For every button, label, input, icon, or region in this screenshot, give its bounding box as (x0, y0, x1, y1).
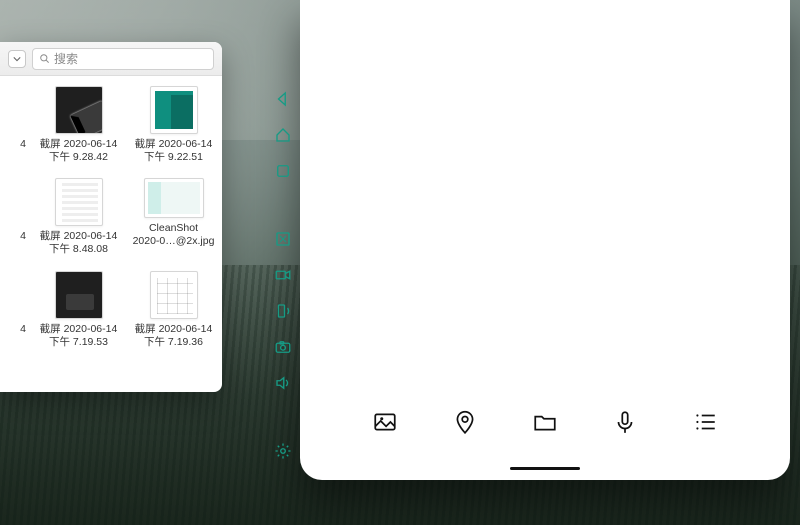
home-icon[interactable] (272, 124, 294, 146)
file-thumbnail (55, 86, 103, 134)
screenshot-icon[interactable] (272, 228, 294, 250)
file-name: 截屏 2020-06-14 下午 7.19.53 (40, 323, 118, 349)
finder-icon-grid: 4 截屏 2020-06-14 下午 9.28.42 截屏 2020-06-14… (0, 76, 222, 349)
rotate-icon[interactable] (272, 300, 294, 322)
file-thumbnail (144, 178, 204, 218)
partial-item-left: 4 (6, 271, 26, 349)
file-item[interactable]: 截屏 2020-06-14 下午 8.48.08 (36, 178, 121, 256)
emulator-side-toolbar (268, 88, 298, 462)
gesture-home-indicator[interactable] (300, 456, 790, 480)
file-name: 截屏 2020-06-14 下午 8.48.08 (40, 230, 118, 256)
recents-icon[interactable] (272, 160, 294, 182)
settings-gear-icon[interactable] (272, 440, 294, 462)
record-icon[interactable] (272, 264, 294, 286)
compose-attachment-bar (300, 388, 790, 456)
partial-item-left: 4 (6, 178, 26, 256)
microphone-icon[interactable] (610, 407, 640, 437)
file-item[interactable]: 截屏 2020-06-14 下午 9.28.42 (36, 86, 121, 164)
desktop-wallpaper: 搜索 4 截屏 2020-06-14 下午 9.28.42 截屏 2020-06… (0, 0, 800, 525)
partial-item-left: 4 (6, 86, 26, 164)
back-icon[interactable] (272, 88, 294, 110)
list-icon[interactable] (690, 407, 720, 437)
view-mode-dropdown[interactable] (8, 50, 26, 68)
file-thumbnail (150, 86, 198, 134)
phone-emulator-window (300, 0, 790, 480)
file-name: 截屏 2020-06-14 下午 7.19.36 (135, 323, 213, 349)
image-icon[interactable] (370, 407, 400, 437)
search-field[interactable]: 搜索 (32, 48, 214, 70)
file-thumbnail (150, 271, 198, 319)
volume-icon[interactable] (272, 372, 294, 394)
phone-bottom-area (300, 388, 790, 480)
folder-icon[interactable] (530, 407, 560, 437)
file-thumbnail (55, 271, 103, 319)
camera-icon[interactable] (272, 336, 294, 358)
search-placeholder: 搜索 (54, 50, 78, 67)
finder-toolbar: 搜索 (0, 42, 222, 76)
file-item[interactable]: CleanShot 2020-0…@2x.jpg (131, 178, 216, 256)
file-item[interactable]: 截屏 2020-06-14 下午 9.22.51 (131, 86, 216, 164)
file-thumbnail (55, 178, 103, 226)
finder-window: 搜索 4 截屏 2020-06-14 下午 9.28.42 截屏 2020-06… (0, 42, 222, 392)
file-name: 截屏 2020-06-14 下午 9.28.42 (40, 138, 118, 164)
file-item[interactable]: 截屏 2020-06-14 下午 7.19.53 (36, 271, 121, 349)
file-name: CleanShot 2020-0…@2x.jpg (133, 222, 215, 248)
file-item[interactable]: 截屏 2020-06-14 下午 7.19.36 (131, 271, 216, 349)
location-pin-icon[interactable] (450, 407, 480, 437)
file-name: 截屏 2020-06-14 下午 9.22.51 (135, 138, 213, 164)
